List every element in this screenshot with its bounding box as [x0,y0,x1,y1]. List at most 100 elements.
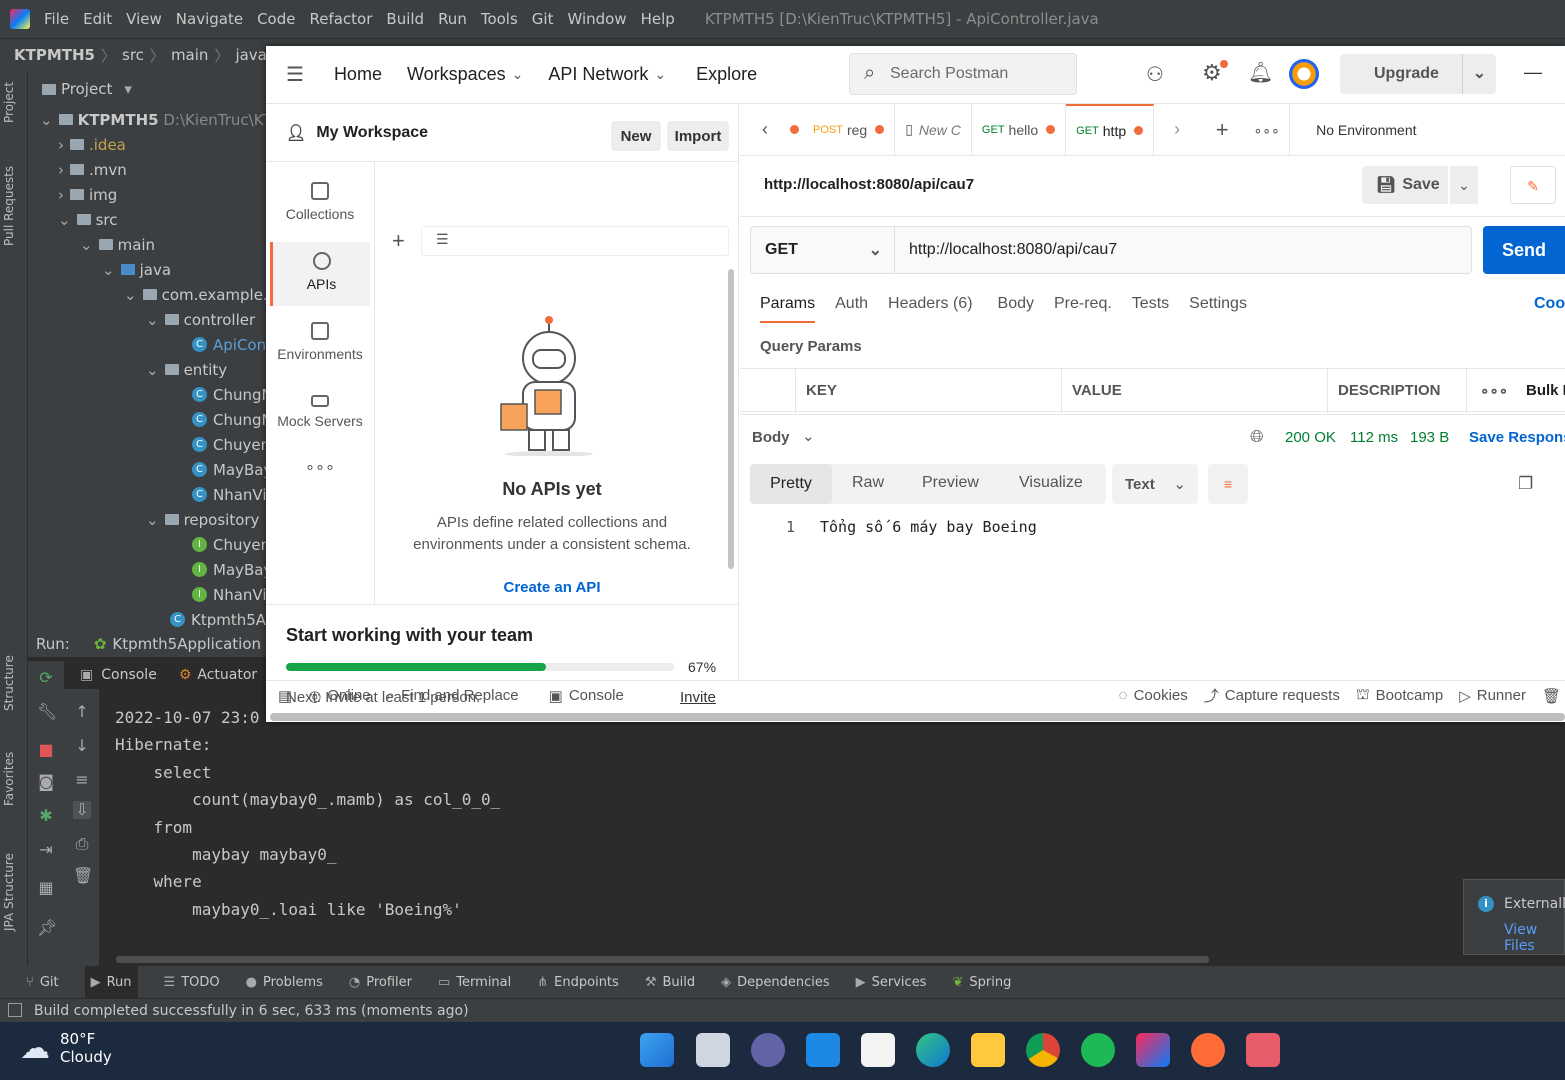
windows-start-icon[interactable] [640,1033,674,1067]
save-response-button[interactable]: Save Respons [1469,429,1565,446]
pin-icon[interactable]: 📌︎ [37,919,57,937]
menu-refactor[interactable]: Refactor [309,10,372,28]
edge-browser-icon[interactable] [916,1033,950,1067]
filter-input[interactable]: ☰ [421,226,729,256]
bottom-tab-git[interactable]: ⑂ Git [26,975,59,990]
mail-icon[interactable] [806,1033,840,1067]
trash-icon[interactable]: 🗑︎ [1542,687,1561,705]
new-button[interactable]: New [611,121,661,151]
chevron-right-icon[interactable]: › [1154,119,1200,140]
breadcrumb-main[interactable]: main [171,46,208,64]
chrome-icon[interactable] [1026,1033,1060,1067]
tree-item-class[interactable]: C Chuyen [192,432,270,457]
postman-hscrollbar[interactable] [270,713,1565,721]
menu-navigate[interactable]: Navigate [176,10,243,28]
tab-headers[interactable]: Headers (6) [888,295,972,323]
tree-item-class[interactable]: C NhanVi [192,482,267,507]
footer-cookies[interactable]: ◌ Cookies [1119,687,1188,704]
project-header-label[interactable]: Project [61,80,112,98]
tab-raw[interactable]: Raw [852,474,884,492]
menu-build[interactable]: Build [386,10,424,28]
sidebar-item-environments[interactable]: Environments [270,312,370,376]
tab-prerequest[interactable]: Pre-req. [1054,295,1112,323]
stop-icon[interactable]: ■ [37,741,55,759]
sidebar-item-apis[interactable]: APIs [270,242,370,306]
wrap-lines-icon[interactable]: ≡ [1208,464,1248,504]
snipping-tool-icon[interactable] [1246,1033,1280,1067]
nav-api-network[interactable]: API Network [548,64,648,85]
breadcrumb-java[interactable]: java [235,46,266,64]
menu-run[interactable]: Run [438,10,467,28]
soft-wrap-icon[interactable]: ≡ [73,771,91,789]
status-layout-icon[interactable] [8,1003,22,1017]
edit-pencil-icon[interactable]: ✎ [1510,166,1556,204]
import-button[interactable]: Import [667,121,729,151]
menu-view[interactable]: View [126,10,162,28]
tab-settings[interactable]: Settings [1189,295,1247,323]
new-tab-icon[interactable]: + [1200,117,1244,143]
tree-item-class[interactable]: C ChungN [192,382,273,407]
file-explorer-icon[interactable] [971,1033,1005,1067]
tree-item-img[interactable]: › img [58,182,117,207]
bottom-tab-problems[interactable]: ● Problems [246,975,323,990]
response-size[interactable]: 193 B [1410,429,1449,446]
bell-icon[interactable]: 🔔︎ [1248,60,1273,85]
footer-console[interactable]: ▣ Console [549,687,624,705]
view-files-link[interactable]: View Files [1504,922,1564,954]
save-button[interactable]: 💾︎ Save [1362,166,1448,204]
layout-icon[interactable]: ▦ [37,879,55,897]
bottom-tab-run[interactable]: ▶ Run [84,966,138,998]
url-input[interactable]: http://localhost:8080/api/cau7 [909,241,1117,259]
environment-selector[interactable]: No Environment [1316,122,1416,138]
chevron-down-icon[interactable]: ⌄ [1462,54,1496,94]
nav-explore[interactable]: Explore [696,64,757,85]
settings-gear-icon[interactable]: ⚙ [1202,60,1222,86]
response-time[interactable]: 112 ms [1350,429,1398,446]
bottom-tab-endpoints[interactable]: ⋔ Endpoints [537,975,619,990]
weather-widget[interactable]: ☁ 80°F Cloudy [20,1030,112,1066]
nav-workspaces[interactable]: Workspaces [407,64,506,85]
request-tab[interactable]: GET hello [972,103,1067,156]
chevron-down-icon[interactable]: ⌄ [512,66,524,83]
camera-icon[interactable]: ◙ [37,773,55,791]
cookies-link[interactable]: Cool [1534,295,1565,313]
menu-help[interactable]: Help [641,10,675,28]
invite-user-icon[interactable]: ⚇ [1146,62,1164,87]
tab-auth[interactable]: Auth [835,295,868,323]
globe-icon[interactable]: 🌐︎ [1250,427,1264,447]
tab-options-icon[interactable]: ∘∘∘ [1244,103,1291,156]
workspace-name[interactable]: My Workspace [316,124,428,142]
tab-visualize[interactable]: Visualize [1019,474,1083,492]
toggle-sidebar-icon[interactable]: ▤ [278,687,292,705]
response-body-label[interactable]: Body [752,429,790,446]
search-input[interactable]: ⌕ Search Postman [849,53,1077,95]
tree-item-interface[interactable]: I NhanVi [192,582,267,607]
format-select[interactable]: Text ⌄ [1112,464,1198,504]
scroll-to-end-icon[interactable]: ⇩ [73,801,91,819]
sidebar-item-mock-servers[interactable]: Mock Servers [270,382,370,446]
tree-item-mvn[interactable]: › .mvn [58,157,127,182]
tree-item-idea[interactable]: › .idea [58,132,126,157]
task-view-icon[interactable] [696,1033,730,1067]
tab-jpa-structure[interactable]: JPA Structure [2,853,16,931]
chevron-down-icon[interactable]: ⌄ [654,66,666,83]
footer-bootcamp[interactable]: ⛫ Bootcamp [1356,686,1443,705]
more-options-icon[interactable]: ∘∘∘ [270,457,370,521]
microsoft-store-icon[interactable] [861,1033,895,1067]
rerun-icon[interactable]: ⟳ [37,669,55,687]
tab-favorites[interactable]: Favorites [2,752,16,806]
footer-runner[interactable]: ▷ Runner [1459,687,1526,705]
debug-icon[interactable]: ✱ [37,807,55,825]
bottom-tab-dependencies[interactable]: ◈ Dependencies [721,975,830,990]
tab-pretty[interactable]: Pretty [750,464,832,504]
tree-item-controller[interactable]: ⌄ controller [146,307,255,332]
chevron-down-icon[interactable]: ⌄ [802,427,815,445]
copy-icon[interactable]: ❐ [1518,474,1533,494]
bottom-tab-build[interactable]: ⚒ Build [645,975,695,990]
chevron-down-icon[interactable]: ▾ [124,80,132,98]
teams-chat-icon[interactable] [751,1033,785,1067]
bottom-tab-services[interactable]: ▶ Services [856,975,927,990]
tree-item-src[interactable]: ⌄ src [58,207,117,232]
print-icon[interactable]: ⎙ [73,835,91,853]
tab-actuator[interactable]: Actuator [197,667,257,683]
